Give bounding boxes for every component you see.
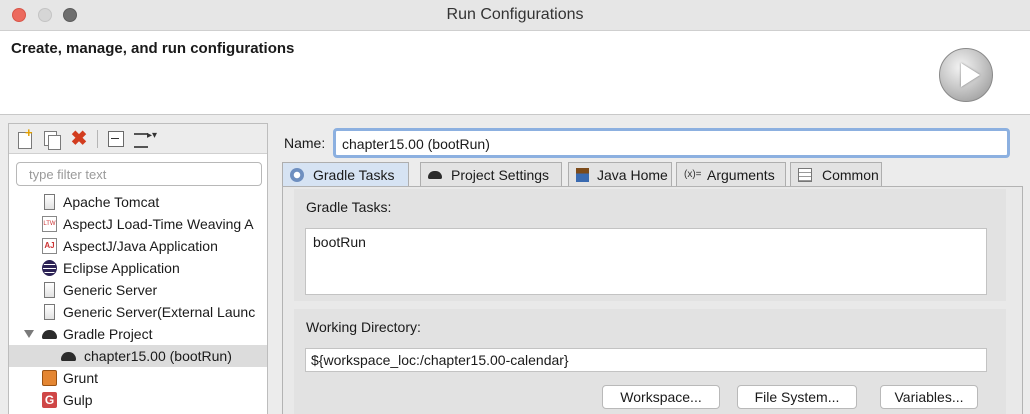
ltw-icon: LTW bbox=[42, 216, 57, 232]
tree-item-label: AspectJ/Java Application bbox=[63, 238, 218, 254]
tree-item-chapter15-bootrun[interactable]: chapter15.00 (bootRun) bbox=[9, 345, 267, 367]
tab-project-settings[interactable]: Project Settings bbox=[420, 162, 562, 186]
working-directory-label: Working Directory: bbox=[306, 319, 421, 335]
tree-item-label: Gulp bbox=[63, 392, 93, 408]
gradle-icon bbox=[61, 348, 76, 364]
configuration-tree: Apache Tomcat LTW AspectJ Load-Time Weav… bbox=[9, 191, 267, 411]
name-label: Name: bbox=[284, 135, 326, 151]
tab-content: Gradle Tasks: bootRun Working Directory:… bbox=[282, 186, 1023, 414]
duplicate-icon[interactable] bbox=[42, 129, 62, 150]
configuration-sidebar: ✖ type filter text Apache Tomcat LTW Asp… bbox=[8, 123, 268, 414]
tree-item-label: Gradle Project bbox=[63, 326, 153, 342]
tree-item-aspectj-ltw[interactable]: LTW AspectJ Load-Time Weaving A bbox=[9, 213, 267, 235]
tab-label: Java Home bbox=[597, 167, 668, 183]
working-directory-input[interactable]: ${workspace_loc:/chapter15.00-calendar} bbox=[305, 348, 987, 372]
sash-divider[interactable] bbox=[268, 123, 276, 414]
variables-button[interactable]: Variables... bbox=[880, 385, 978, 409]
gradle-tasks-icon bbox=[290, 168, 304, 182]
tree-item-generic-server-external[interactable]: Generic Server(External Launc bbox=[9, 301, 267, 323]
tree-item-label: chapter15.00 (bootRun) bbox=[84, 348, 232, 364]
grunt-icon bbox=[42, 370, 57, 386]
aspectj-icon: AJ bbox=[42, 238, 57, 254]
tab-arguments[interactable]: (x)= Arguments bbox=[676, 162, 786, 186]
tab-gradle-tasks[interactable]: Gradle Tasks bbox=[282, 162, 409, 186]
dialog-header-title: Create, manage, and run configurations bbox=[11, 40, 295, 57]
tab-label: Arguments bbox=[707, 167, 775, 183]
filter-input[interactable]: type filter text bbox=[16, 162, 262, 186]
gulp-icon: G bbox=[42, 392, 57, 408]
common-icon bbox=[798, 168, 812, 182]
working-directory-group: Working Directory: ${workspace_loc:/chap… bbox=[294, 309, 1006, 414]
tree-item-label: Apache Tomcat bbox=[63, 194, 160, 210]
expand-triangle-icon[interactable] bbox=[24, 330, 34, 338]
tree-item-aspectj-java[interactable]: AJ AspectJ/Java Application bbox=[9, 235, 267, 257]
filter-menu-icon[interactable] bbox=[132, 129, 164, 149]
gradle-elephant-icon bbox=[428, 168, 442, 182]
tab-common[interactable]: Common bbox=[790, 162, 882, 186]
eclipse-icon bbox=[42, 260, 57, 276]
gradle-tasks-label: Gradle Tasks: bbox=[306, 199, 392, 215]
gradle-tasks-group: Gradle Tasks: bootRun bbox=[294, 189, 1006, 301]
tab-label: Gradle Tasks bbox=[313, 167, 395, 183]
server-icon bbox=[44, 304, 55, 320]
gradle-tasks-textarea[interactable]: bootRun bbox=[305, 228, 987, 295]
name-input[interactable]: chapter15.00 (bootRun) bbox=[333, 128, 1010, 158]
tree-item-eclipse-application[interactable]: Eclipse Application bbox=[9, 257, 267, 279]
configuration-tabs: Gradle Tasks Project Settings Java Home … bbox=[280, 162, 1030, 186]
tree-item-label: Grunt bbox=[63, 370, 99, 386]
new-configuration-icon[interactable] bbox=[15, 125, 35, 149]
dialog-header: Create, manage, and run configurations bbox=[0, 31, 1030, 115]
delete-icon[interactable]: ✖ bbox=[69, 129, 89, 149]
tab-label: Project Settings bbox=[451, 167, 550, 183]
gradle-icon bbox=[42, 326, 57, 342]
server-icon bbox=[44, 282, 55, 298]
toolbar-divider bbox=[97, 130, 98, 148]
variable-icon: (x)= bbox=[684, 169, 702, 180]
tree-item-gulp[interactable]: G Gulp bbox=[9, 389, 267, 411]
tree-item-apache-tomcat[interactable]: Apache Tomcat bbox=[9, 191, 267, 213]
tab-java-home[interactable]: Java Home bbox=[568, 162, 672, 186]
tree-item-label: AspectJ Load-Time Weaving A bbox=[63, 216, 254, 232]
window-title: Run Configurations bbox=[446, 6, 584, 23]
workspace-button[interactable]: Workspace... bbox=[602, 385, 720, 409]
tree-item-grunt[interactable]: Grunt bbox=[9, 367, 267, 389]
tab-label: Common bbox=[822, 167, 879, 183]
run-icon bbox=[939, 48, 993, 102]
file-system-button[interactable]: File System... bbox=[737, 385, 857, 409]
tree-item-label: Eclipse Application bbox=[63, 260, 180, 276]
collapse-all-icon[interactable] bbox=[106, 129, 126, 149]
sidebar-toolbar: ✖ bbox=[9, 124, 267, 154]
server-icon bbox=[44, 194, 55, 210]
tree-item-gradle-project[interactable]: Gradle Project bbox=[9, 323, 267, 345]
tree-item-generic-server[interactable]: Generic Server bbox=[9, 279, 267, 301]
library-icon bbox=[576, 168, 589, 182]
tree-item-label: Generic Server bbox=[63, 282, 158, 298]
tree-item-label: Generic Server(External Launc bbox=[63, 304, 256, 320]
title-bar: Run Configurations bbox=[0, 0, 1030, 31]
